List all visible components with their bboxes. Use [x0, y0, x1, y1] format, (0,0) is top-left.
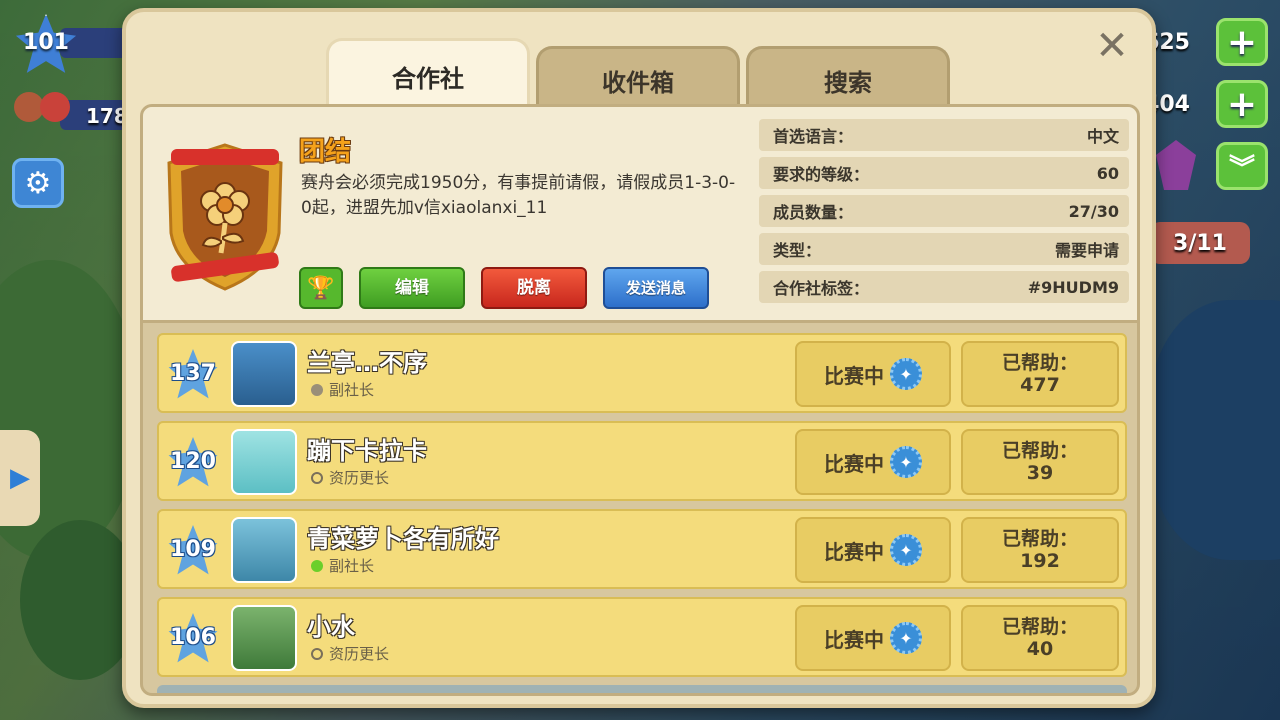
status-label: 比赛中 [824, 363, 884, 388]
prop-label: 首选语言： [773, 127, 854, 146]
prop-required-level: 要求的等级： 60 [759, 157, 1129, 189]
status-label: 比赛中 [824, 539, 884, 564]
trophy-icon[interactable]: 🏆 [299, 267, 343, 309]
member-role: 副社长 [311, 379, 374, 400]
member-role: 副社长 [311, 555, 374, 576]
member-role: 资历更长 [311, 467, 389, 488]
member-status: 比赛中 ✦ [795, 429, 951, 495]
close-icon[interactable]: ✕ [1094, 26, 1130, 66]
member-avatar [231, 429, 297, 495]
helped-count: 40 [1026, 638, 1054, 660]
ship-wheel-icon: ✦ [890, 358, 922, 390]
member-name: 青菜萝卜各有所好 [307, 525, 499, 553]
prop-value: #9HUDM9 [1027, 277, 1119, 297]
club-actions: 🏆 编辑 脱离 发送消息 [299, 267, 709, 309]
ship-wheel-icon: ✦ [890, 534, 922, 566]
member-row[interactable]: 120 蹦下卡拉卡 资历更长 比赛中 ✦ 已帮助： 39 [157, 421, 1127, 501]
no-entry-icon [311, 647, 323, 660]
helped-label: 已帮助： [1001, 440, 1078, 462]
prop-tag: 合作社标签： #9HUDM9 [759, 271, 1129, 303]
tab-search[interactable]: 搜索 [746, 46, 950, 112]
member-name: 小水 [307, 613, 355, 641]
prop-value: 中文 [1086, 127, 1119, 146]
member-level: 106 [170, 625, 216, 650]
prop-type: 类型： 需要申请 [759, 233, 1129, 265]
role-label: 副社长 [329, 557, 375, 575]
prop-language: 首选语言： 中文 [759, 119, 1129, 151]
helped-count: 39 [1026, 462, 1054, 484]
member-role: 资历更长 [311, 643, 389, 664]
add-resource-button-2[interactable]: + [1216, 80, 1268, 128]
prop-member-count: 成员数量： 27/30 [759, 195, 1129, 227]
member-name: 兰亭…不序 [307, 349, 427, 377]
club-description: 赛舟会必须完成1950分，有事提前请假，请假成员1-3-0-0起，进盟先加v信x… [301, 173, 736, 218]
helped-count: 192 [1020, 550, 1060, 572]
prop-label: 类型： [773, 241, 822, 260]
tab-coop[interactable]: 合作社 [326, 38, 530, 112]
helped-box: 已帮助： 477 [961, 341, 1119, 407]
member-avatar [231, 341, 297, 407]
next-member-row-peek [157, 685, 1127, 693]
role-dot-icon [311, 383, 323, 396]
helped-label: 已帮助： [1001, 616, 1078, 638]
member-level: 137 [170, 361, 216, 386]
role-label: 资历更长 [329, 469, 390, 487]
member-row[interactable]: 106 小水 资历更长 比赛中 ✦ 已帮助： 40 [157, 597, 1127, 677]
member-level: 109 [170, 537, 216, 562]
helped-count: 477 [1020, 374, 1060, 396]
tab-inbox[interactable]: 收件箱 [536, 46, 740, 112]
player-level: 101 [23, 30, 69, 55]
role-label: 副社长 [329, 381, 375, 399]
role-label: 资历更长 [329, 645, 390, 663]
helped-label: 已帮助： [1001, 528, 1078, 550]
helped-box: 已帮助： 192 [961, 517, 1119, 583]
club-flower-emblem-icon [167, 143, 283, 291]
prop-label: 要求的等级： [773, 165, 870, 184]
ship-wheel-icon: ✦ [890, 446, 922, 478]
chevron-down-icon[interactable]: ︾ [1216, 142, 1268, 190]
member-avatar [231, 605, 297, 671]
role-dot-icon [311, 559, 323, 572]
member-level: 120 [170, 449, 216, 474]
population-icon [10, 84, 80, 134]
tab-bar: 合作社 收件箱 搜索 [326, 38, 950, 112]
status-label: 比赛中 [824, 451, 884, 476]
member-name: 蹦下卡拉卡 [307, 437, 427, 465]
settings-gear-icon[interactable]: ⚙ [12, 158, 64, 208]
prop-value: 需要申请 [1054, 241, 1119, 260]
member-status: 比赛中 ✦ [795, 605, 951, 671]
coop-modal: ✕ 合作社 收件箱 搜索 团结 赛舟会必须完成1950分，有事提前请假，请假成员… [122, 8, 1156, 708]
club-name: 团结 [299, 137, 352, 167]
club-info-panel: 团结 赛舟会必须完成1950分，有事提前请假，请假成员1-3-0-0起，进盟先加… [143, 107, 1137, 323]
prop-label: 成员数量： [773, 203, 854, 222]
ship-wheel-icon: ✦ [890, 622, 922, 654]
edit-button[interactable]: 编辑 [359, 267, 465, 309]
tab-content: 团结 赛舟会必须完成1950分，有事提前请假，请假成员1-3-0-0起，进盟先加… [140, 104, 1140, 696]
member-list: 137 兰亭…不序 副社长 比赛中 ✦ 已帮助： 477 120 蹦下卡拉卡 资… [157, 333, 1127, 685]
helped-label: 已帮助： [1001, 352, 1078, 374]
add-resource-button-1[interactable]: + [1216, 18, 1268, 66]
helped-box: 已帮助： 40 [961, 605, 1119, 671]
expand-arrow-icon[interactable]: ▶ [0, 430, 40, 526]
member-status: 比赛中 ✦ [795, 341, 951, 407]
club-properties: 首选语言： 中文 要求的等级： 60 成员数量： 27/30 类型： 需要申请 … [759, 119, 1129, 309]
prop-value: 60 [1096, 163, 1119, 183]
leave-button[interactable]: 脱离 [481, 267, 587, 309]
member-status: 比赛中 ✦ [795, 517, 951, 583]
status-label: 比赛中 [824, 627, 884, 652]
member-avatar [231, 517, 297, 583]
no-entry-icon [311, 471, 323, 484]
prop-label: 合作社标签： [773, 279, 870, 298]
side-counter: 3/11 [1150, 222, 1250, 264]
member-row[interactable]: 109 青菜萝卜各有所好 副社长 比赛中 ✦ 已帮助： 192 [157, 509, 1127, 589]
helped-box: 已帮助： 39 [961, 429, 1119, 495]
member-row[interactable]: 137 兰亭…不序 副社长 比赛中 ✦ 已帮助： 477 [157, 333, 1127, 413]
prop-value: 27/30 [1068, 201, 1119, 221]
send-message-button[interactable]: 发送消息 [603, 267, 709, 309]
water-area [1150, 300, 1280, 560]
